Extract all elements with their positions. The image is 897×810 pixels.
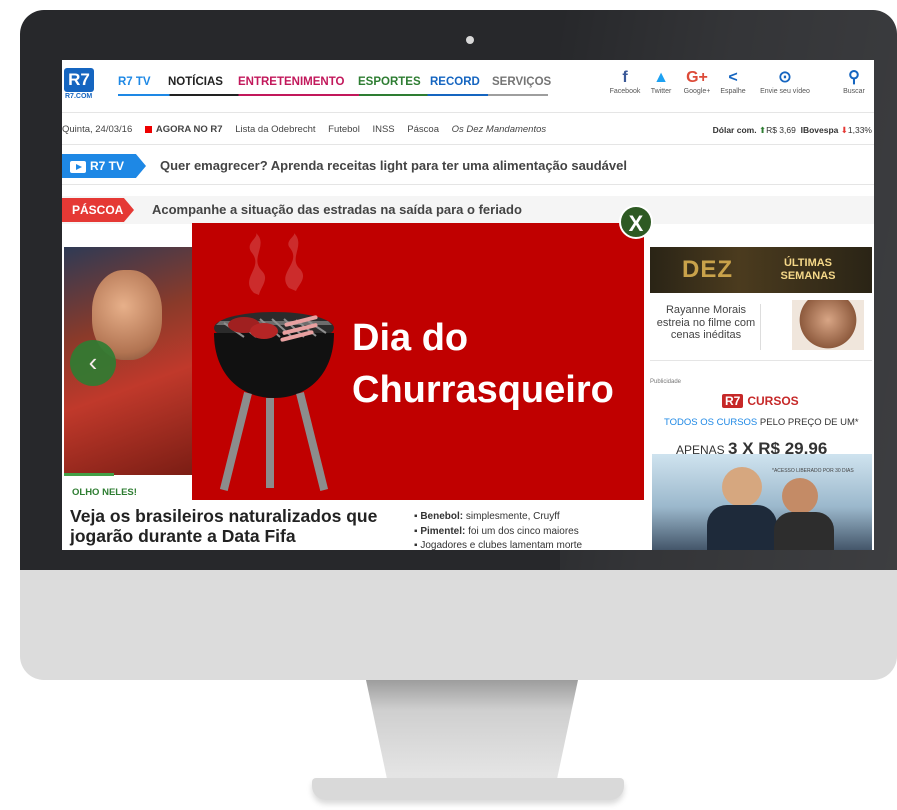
promo-photo[interactable]: [792, 300, 864, 350]
link-futebol[interactable]: Futebol: [328, 124, 360, 135]
link-odebrecht[interactable]: Lista da Odebrecht: [235, 124, 315, 135]
share-button[interactable]: < Espalhe: [710, 68, 756, 95]
chevron-left-icon: ‹: [88, 347, 98, 377]
play-icon: [70, 160, 86, 173]
related-link[interactable]: Jogadores e clubes lamentam morte: [414, 539, 634, 550]
nav-esportes[interactable]: ESPORTES: [358, 76, 421, 88]
cursos-logo[interactable]: R7 CURSOS: [722, 394, 799, 408]
r7tv-ticker-text[interactable]: Quer emagrecer? Aprenda receitas light p…: [160, 158, 627, 173]
related-link[interactable]: Pimentel: foi um dos cinco maiores: [414, 525, 634, 540]
monitor-stand-neck: [366, 680, 578, 780]
nav-entretenimento[interactable]: ENTRETENIMENTO: [238, 76, 345, 88]
pascoa-ticker-text[interactable]: Acompanhe a situação das estradas na saí…: [152, 202, 522, 217]
link-pascoa[interactable]: Páscoa: [407, 124, 439, 135]
link-inss[interactable]: INSS: [372, 124, 394, 135]
nav-servicos[interactable]: SERVIÇOS: [492, 76, 551, 88]
popup-title: Dia do Churrasqueiro: [352, 317, 614, 411]
upload-icon: ⊙: [778, 69, 792, 86]
monitor-chin: [20, 570, 897, 680]
search-icon: ⚲: [848, 69, 860, 86]
upload-label: Envie seu vídeo: [760, 88, 810, 95]
ad-person: [722, 467, 762, 507]
promo-text[interactable]: Rayanne Morais estreia no filme com cena…: [652, 304, 760, 342]
category-label: OLHO NELES!: [72, 487, 137, 498]
ibovespa-value: 1,33%: [847, 125, 872, 135]
ad-person: [782, 478, 818, 514]
dolar-label: Dólar com.: [712, 125, 757, 135]
r7-logo-sub: R7.COM: [65, 93, 93, 100]
category-accent-line: [64, 473, 114, 476]
search-button[interactable]: ⚲ Buscar: [834, 68, 874, 95]
dolar-value: R$ 3,69: [766, 125, 796, 135]
agora-link[interactable]: AGORA NO R7: [144, 124, 223, 135]
search-label: Buscar: [843, 88, 865, 95]
divider: [62, 144, 874, 145]
acesso-note: *ACESSO LIBERADO POR 30 DIAS: [772, 468, 854, 474]
banner-title: DEZ: [682, 256, 733, 283]
share-label: Espalhe: [720, 88, 746, 95]
nav-color-line: [118, 94, 548, 96]
publicidade-label: Publicidade: [650, 379, 682, 385]
market-rates: Dólar com. ⬆R$ 3,69 IBovespa ⬇1,33%: [712, 125, 872, 135]
divider: [62, 184, 874, 185]
nav-r7tv[interactable]: R7 TV: [118, 76, 151, 88]
cursos-offer: TODOS OS CURSOS PELO PREÇO DE UM*: [664, 417, 859, 428]
nav-record[interactable]: RECORD: [430, 76, 480, 88]
divider: [62, 112, 874, 113]
pascoa-tag[interactable]: PÁSCOA: [62, 198, 134, 222]
upload-video-button[interactable]: ⊙ Envie seu vídeo: [754, 68, 816, 95]
banner-tag: ÚLTIMAS SEMANAS: [780, 257, 836, 282]
related-link[interactable]: Benebol: simplesmente, Cruyff: [414, 510, 634, 525]
ad-person-body: [707, 505, 777, 550]
r7-logo[interactable]: R7: [64, 68, 94, 92]
main-headline[interactable]: Veja os brasileiros naturalizados que jo…: [70, 506, 390, 546]
popup-close-button[interactable]: X: [619, 205, 653, 239]
date-text: Quinta, 24/03/16: [62, 124, 133, 135]
monitor-stand-base: [312, 778, 624, 800]
related-links: Benebol: simplesmente, Cruyff Pimentel: …: [414, 510, 634, 550]
ibovespa-label: IBovespa: [800, 125, 839, 135]
link-dez-mandamentos[interactable]: Os Dez Mandamentos: [452, 124, 547, 135]
ad-person-body: [774, 512, 834, 550]
divider: [650, 360, 872, 361]
r7tv-tag[interactable]: R7 TV: [62, 154, 146, 178]
top-navigation: R7 R7.COM R7 TV NOTÍCIAS ENTRETENIMENTO …: [62, 60, 874, 108]
share-icon: <: [728, 69, 738, 86]
carousel-prev-button[interactable]: ‹: [70, 340, 116, 386]
nav-noticias[interactable]: NOTÍCIAS: [168, 76, 223, 88]
webcam: [466, 36, 474, 44]
grill-icon: [214, 233, 334, 491]
divider: [760, 304, 761, 350]
